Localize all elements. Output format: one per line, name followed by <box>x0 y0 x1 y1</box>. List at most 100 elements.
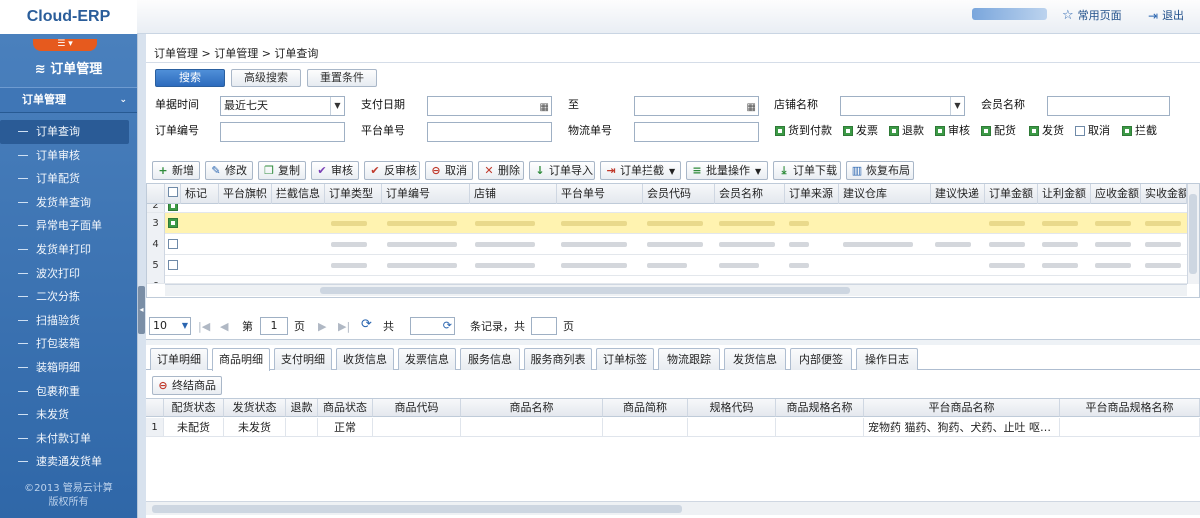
col-goods-status[interactable]: 商品状态 <box>318 399 373 417</box>
order-download-button[interactable]: ⤓ 订单下载 <box>773 161 841 180</box>
doc-time-select[interactable]: 最近七天 ▼ <box>220 96 345 116</box>
sidebar-item-abnormal-waybill[interactable]: 异常电子面单 <box>0 214 137 238</box>
page-number-input[interactable]: 1 <box>260 317 288 335</box>
col-shop[interactable]: 店铺 <box>470 184 557 204</box>
table-row[interactable]: 6 <box>147 276 1187 284</box>
tab-order-detail[interactable]: 订单明细 <box>150 348 208 370</box>
sidebar-menu-handle[interactable]: ☰ ▾ <box>33 39 97 51</box>
col-intercept-info[interactable]: 拦截信息 <box>272 184 325 204</box>
sidebar-item-order-audit[interactable]: 订单审核 <box>0 144 137 168</box>
col-spec-name[interactable]: 商品规格名称 <box>776 399 864 417</box>
checkbox-box[interactable] <box>1075 126 1085 136</box>
sidebar-item-scan-inspect[interactable]: 扫描验货 <box>0 309 137 333</box>
col-platform-goods-name[interactable]: 平台商品名称 <box>864 399 1060 417</box>
reset-conditions-button[interactable]: 重置条件 <box>307 69 377 87</box>
edit-button[interactable]: ✎ 修改 <box>205 161 253 180</box>
col-order-amount[interactable]: 订单金额 <box>985 184 1038 204</box>
col-suggested-express[interactable]: 建议快递 <box>931 184 985 204</box>
table-row[interactable]: 2 <box>147 204 1187 213</box>
sidebar-item-second-sort[interactable]: 二次分拣 <box>0 285 137 309</box>
tab-operation-log[interactable]: 操作日志 <box>856 348 918 370</box>
col-suggested-warehouse[interactable]: 建议仓库 <box>839 184 931 204</box>
sidebar-item-shipment-print[interactable]: 发货单打印 <box>0 238 137 262</box>
col-platform-flag[interactable]: 平台旗帜 <box>219 184 272 204</box>
checkbox-allocation[interactable]: 配货 <box>981 121 1016 141</box>
select-all-checkbox[interactable] <box>165 184 181 204</box>
logout-button[interactable]: ⇥ 退出 <box>1148 6 1184 26</box>
add-button[interactable]: + 新增 <box>152 161 200 180</box>
sidebar-item-unpaid-orders[interactable]: 未付款订单 <box>0 427 137 451</box>
row-checkbox[interactable] <box>168 218 178 228</box>
tab-logistics-tracking[interactable]: 物流跟踪 <box>658 348 720 370</box>
row-checkbox[interactable] <box>168 239 178 249</box>
col-mark[interactable]: 标记 <box>181 184 219 204</box>
prev-page-icon[interactable]: ◀ <box>220 318 228 336</box>
tab-goods-detail[interactable]: 商品明细 <box>212 348 270 371</box>
table-row[interactable]: 5 <box>147 255 1187 276</box>
advanced-search-button[interactable]: 高级搜索 <box>231 69 301 87</box>
checkbox-box[interactable] <box>935 126 945 136</box>
checkbox-box[interactable] <box>889 126 899 136</box>
last-page-icon[interactable]: ▶| <box>338 318 350 336</box>
dropdown-arrow-icon[interactable]: ▼ <box>950 97 964 115</box>
scroll-thumb[interactable] <box>320 287 850 294</box>
sidebar-group-order-management[interactable]: 订单管理 ⌄ <box>0 87 137 113</box>
checkbox-intercepted[interactable]: 拦截 <box>1122 121 1157 141</box>
batch-operation-button[interactable]: ≡ 批量操作 ▼ <box>686 161 768 180</box>
tab-service-info[interactable]: 服务信息 <box>460 348 520 370</box>
checkbox-shipped[interactable]: 发货 <box>1029 121 1064 141</box>
checkbox-box[interactable] <box>843 126 853 136</box>
sidebar-item-unshipped[interactable]: 未发货 <box>0 403 137 427</box>
copy-button[interactable]: ❐ 复制 <box>258 161 306 180</box>
scroll-thumb[interactable] <box>152 505 682 513</box>
col-member-code[interactable]: 会员代码 <box>643 184 715 204</box>
table-row[interactable]: 4 <box>147 234 1187 255</box>
user-name-blurred[interactable] <box>972 8 1047 20</box>
col-shipping-status[interactable]: 发货状态 <box>224 399 286 417</box>
checkbox-invoice[interactable]: 发票 <box>843 121 878 141</box>
tab-invoice-info[interactable]: 发票信息 <box>398 348 456 370</box>
pay-date-start-input[interactable]: ▦ <box>427 96 552 116</box>
order-no-input[interactable] <box>220 122 345 142</box>
collapse-sidebar-arrow-icon[interactable]: ◂ <box>138 286 145 334</box>
col-order-source[interactable]: 订单来源 <box>785 184 839 204</box>
tab-payment-detail[interactable]: 支付明细 <box>274 348 332 370</box>
checkbox-cod[interactable]: 货到付款 <box>775 121 832 141</box>
shop-name-select[interactable]: ▼ <box>840 96 965 116</box>
col-received-amount[interactable]: 实收金额 <box>1141 184 1187 204</box>
next-page-icon[interactable]: ▶ <box>318 318 326 336</box>
checkbox-box[interactable] <box>981 126 991 136</box>
sidebar-item-order-allocation[interactable]: 订单配货 <box>0 167 137 191</box>
table-row-selected[interactable]: 3 <box>147 213 1187 234</box>
col-goods-name[interactable]: 商品名称 <box>461 399 603 417</box>
sidebar-item-wave-print[interactable]: 波次打印 <box>0 262 137 286</box>
tab-receiver-info[interactable]: 收货信息 <box>336 348 394 370</box>
page-size-select[interactable]: 10 ▼ <box>149 317 191 335</box>
col-receivable-amount[interactable]: 应收金额 <box>1091 184 1141 204</box>
order-grid-horizontal-scrollbar[interactable] <box>165 284 1187 296</box>
col-goods-short-name[interactable]: 商品简称 <box>603 399 688 417</box>
sidebar-item-packing-detail[interactable]: 装箱明细 <box>0 356 137 380</box>
chevron-down-icon[interactable]: ▼ <box>755 167 761 176</box>
col-order-type[interactable]: 订单类型 <box>325 184 382 204</box>
order-import-button[interactable]: ↓ 订单导入 <box>529 161 595 180</box>
restore-layout-button[interactable]: ▥ 恢复布局 <box>846 161 914 180</box>
checkbox-refund[interactable]: 退款 <box>889 121 924 141</box>
checkbox-audit[interactable]: 审核 <box>935 121 970 141</box>
sidebar-item-aliexpress-shipment[interactable]: 速卖通发货单 <box>0 450 137 474</box>
sidebar-item-packing[interactable]: 打包装箱 <box>0 332 137 356</box>
audit-button[interactable]: ✔ 审核 <box>311 161 359 180</box>
col-allocation-status[interactable]: 配货状态 <box>164 399 224 417</box>
col-spec-code[interactable]: 规格代码 <box>688 399 776 417</box>
order-intercept-button[interactable]: ⇥ 订单拦截 ▼ <box>600 161 681 180</box>
member-name-input[interactable] <box>1047 96 1170 116</box>
common-pages-button[interactable]: ☆ 常用页面 <box>1062 6 1122 26</box>
col-goods-code[interactable]: 商品代码 <box>373 399 461 417</box>
sidebar-item-order-query[interactable]: 订单查询 <box>0 120 129 144</box>
tab-service-provider-list[interactable]: 服务商列表 <box>524 348 592 370</box>
calendar-icon[interactable]: ▦ <box>540 99 549 117</box>
checkbox-box[interactable] <box>1029 126 1039 136</box>
refresh-icon[interactable]: ⟳ <box>361 316 372 334</box>
col-member-name[interactable]: 会员名称 <box>715 184 785 204</box>
first-page-icon[interactable]: |◀ <box>198 318 210 336</box>
